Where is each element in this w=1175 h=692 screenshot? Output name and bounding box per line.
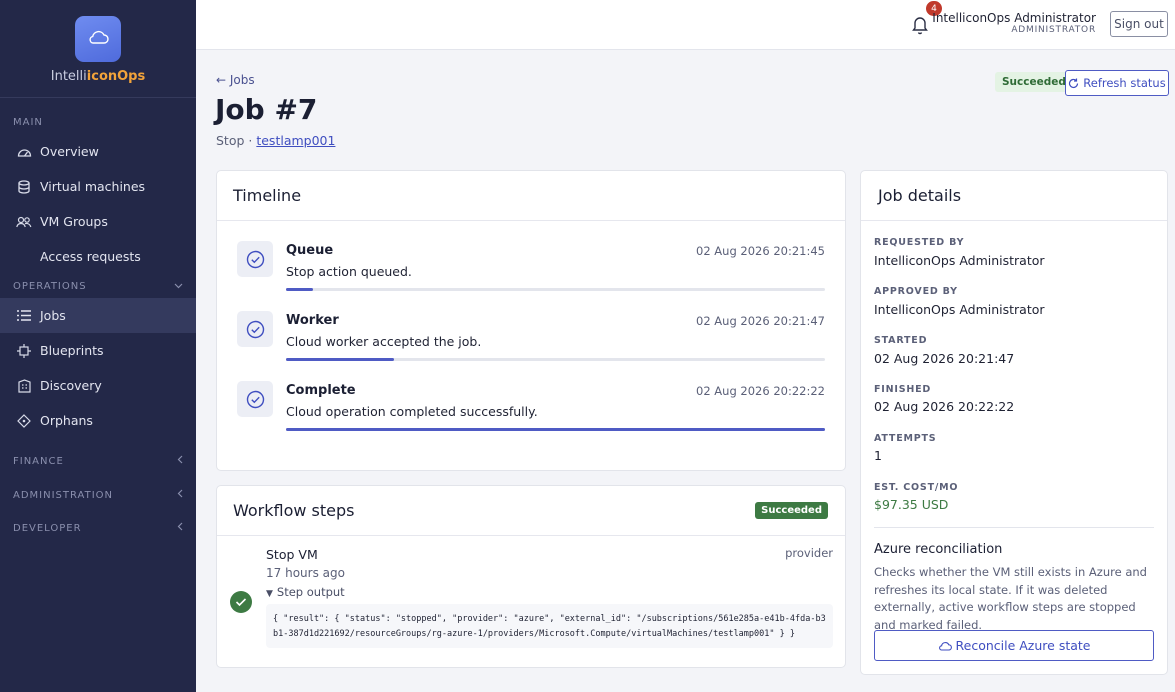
timeline-item-desc: Cloud worker accepted the job.	[286, 334, 482, 349]
finished-label: FINISHED	[874, 384, 932, 395]
timeline-progress-fill	[286, 288, 313, 291]
started-label: STARTED	[874, 335, 928, 346]
timeline-item-title: Worker	[286, 313, 339, 328]
status-badge: Succeeded	[995, 72, 1073, 92]
blueprint-icon	[16, 343, 32, 359]
cost-value: $97.35 USD	[874, 497, 949, 512]
job-subtitle: Stop · testlamp001	[216, 133, 336, 148]
brand-name: IntelliiconOps	[50, 69, 146, 84]
chevron-left-icon	[177, 522, 183, 534]
timeline-progress-bar	[286, 288, 825, 291]
timeline-progress-fill	[286, 428, 825, 431]
triangle-down-icon: ▼	[266, 589, 273, 599]
users-icon	[16, 214, 32, 230]
azure-reconciliation-title: Azure reconciliation	[874, 542, 1003, 557]
started-value: 02 Aug 2026 20:21:47	[874, 351, 1015, 366]
database-icon	[16, 179, 32, 195]
timeline-item: Worker 02 Aug 2026 20:21:47 Cloud worker…	[237, 311, 825, 371]
user-role: ADMINISTRATOR	[1011, 25, 1096, 35]
chevron-left-icon	[177, 489, 183, 501]
sidebar-item-vm-groups[interactable]: VM Groups	[0, 204, 196, 239]
timeline-item-desc: Cloud operation completed successfully.	[286, 404, 538, 419]
reconcile-azure-button[interactable]: Reconcile Azure state	[874, 630, 1154, 661]
nav-section-operations[interactable]: OPERATIONS	[0, 274, 196, 298]
building-icon	[16, 378, 32, 394]
timeline-card: Timeline Queue 02 Aug 2026 20:21:45 Stop…	[216, 170, 846, 471]
list-icon	[16, 308, 32, 324]
attempts-label: ATTEMPTS	[874, 433, 937, 444]
timeline-item-desc: Stop action queued.	[286, 264, 412, 279]
sidebar-item-blueprints[interactable]: Blueprints	[0, 333, 196, 368]
cloud-icon	[938, 641, 952, 651]
divider	[874, 527, 1154, 528]
back-to-jobs-link[interactable]: ← Jobs	[216, 73, 255, 87]
nav-section-main: MAIN	[13, 116, 43, 128]
sidebar-item-overview[interactable]: Overview	[0, 134, 196, 169]
page-title: Job #7	[215, 93, 318, 126]
sidebar-item-access-requests[interactable]: Access requests	[0, 239, 196, 274]
sidebar-item-jobs[interactable]: Jobs	[0, 298, 196, 333]
check-icon	[230, 591, 252, 613]
chevron-down-icon	[174, 281, 183, 292]
sidebar-item-virtual-machines[interactable]: Virtual machines	[0, 169, 196, 204]
brand: IntelliiconOps	[0, 0, 196, 98]
workflow-steps-card: Workflow steps Succeeded Stop VM 17 hour…	[216, 485, 846, 668]
sign-out-button[interactable]: Sign out	[1110, 11, 1168, 37]
step-time: 17 hours ago	[266, 566, 345, 580]
check-circle-icon	[237, 381, 273, 417]
nav-section-developer[interactable]: DEVELOPER	[0, 516, 196, 540]
finished-value: 02 Aug 2026 20:22:22	[874, 399, 1015, 414]
step-output-toggle[interactable]: ▼ Step output	[266, 585, 345, 599]
job-details-card: Job details REQUESTED BY IntelliconOps A…	[860, 170, 1168, 675]
bell-icon[interactable]	[909, 13, 931, 35]
requested-by-value: IntelliconOps Administrator	[874, 253, 1045, 268]
timeline-progress-fill	[286, 358, 394, 361]
cost-label: EST. COST/MO	[874, 482, 959, 493]
refresh-status-button[interactable]: Refresh status	[1065, 70, 1169, 96]
approved-by-label: APPROVED BY	[874, 286, 958, 297]
timeline-item-time: 02 Aug 2026 20:21:45	[696, 244, 825, 258]
chevron-left-icon	[177, 455, 183, 467]
timeline-item-time: 02 Aug 2026 20:22:22	[696, 384, 825, 398]
check-circle-icon	[237, 241, 273, 277]
sidebar: IntelliiconOps MAIN Overview Virtual mac…	[0, 0, 196, 692]
sidebar-item-discovery[interactable]: Discovery	[0, 368, 196, 403]
workflow-status-badge: Succeeded	[755, 502, 828, 519]
timeline-item: Queue 02 Aug 2026 20:21:45 Stop action q…	[237, 241, 825, 301]
timeline-item: Complete 02 Aug 2026 20:22:22 Cloud oper…	[237, 381, 825, 441]
requested-by-label: REQUESTED BY	[874, 237, 965, 248]
workflow-steps-title: Workflow steps	[217, 486, 845, 536]
topbar: 4 IntelliconOps Administrator ADMINISTRA…	[196, 0, 1175, 50]
check-circle-icon	[237, 311, 273, 347]
approved-by-value: IntelliconOps Administrator	[874, 302, 1045, 317]
user-name: IntelliconOps Administrator	[932, 11, 1096, 25]
timeline-item-title: Complete	[286, 383, 356, 398]
step-output-code: { "result": { "status": "stopped", "prov…	[266, 604, 833, 648]
azure-reconciliation-desc: Checks whether the VM still exists in Az…	[874, 565, 1147, 632]
timeline-item-time: 02 Aug 2026 20:21:47	[696, 314, 825, 328]
job-details-title: Job details	[861, 171, 1167, 221]
arrow-left-icon: ←	[216, 73, 227, 87]
diamond-icon	[16, 413, 32, 429]
dashboard-icon	[16, 144, 32, 160]
timeline-item-title: Queue	[286, 243, 334, 258]
attempts-value: 1	[874, 448, 882, 463]
refresh-icon	[1068, 78, 1079, 89]
timeline-title: Timeline	[217, 171, 845, 221]
timeline-progress-bar	[286, 428, 825, 431]
step-name: Stop VM	[266, 547, 318, 562]
brand-logo[interactable]	[75, 16, 121, 62]
target-vm-link[interactable]: testlamp001	[256, 133, 335, 148]
step-kind: provider	[785, 546, 833, 560]
nav-section-finance[interactable]: FINANCE	[0, 449, 196, 473]
nav-section-administration[interactable]: ADMINISTRATION	[0, 483, 196, 507]
cloud-icon	[87, 29, 109, 49]
sidebar-item-orphans[interactable]: Orphans	[0, 403, 196, 438]
timeline-progress-bar	[286, 358, 825, 361]
